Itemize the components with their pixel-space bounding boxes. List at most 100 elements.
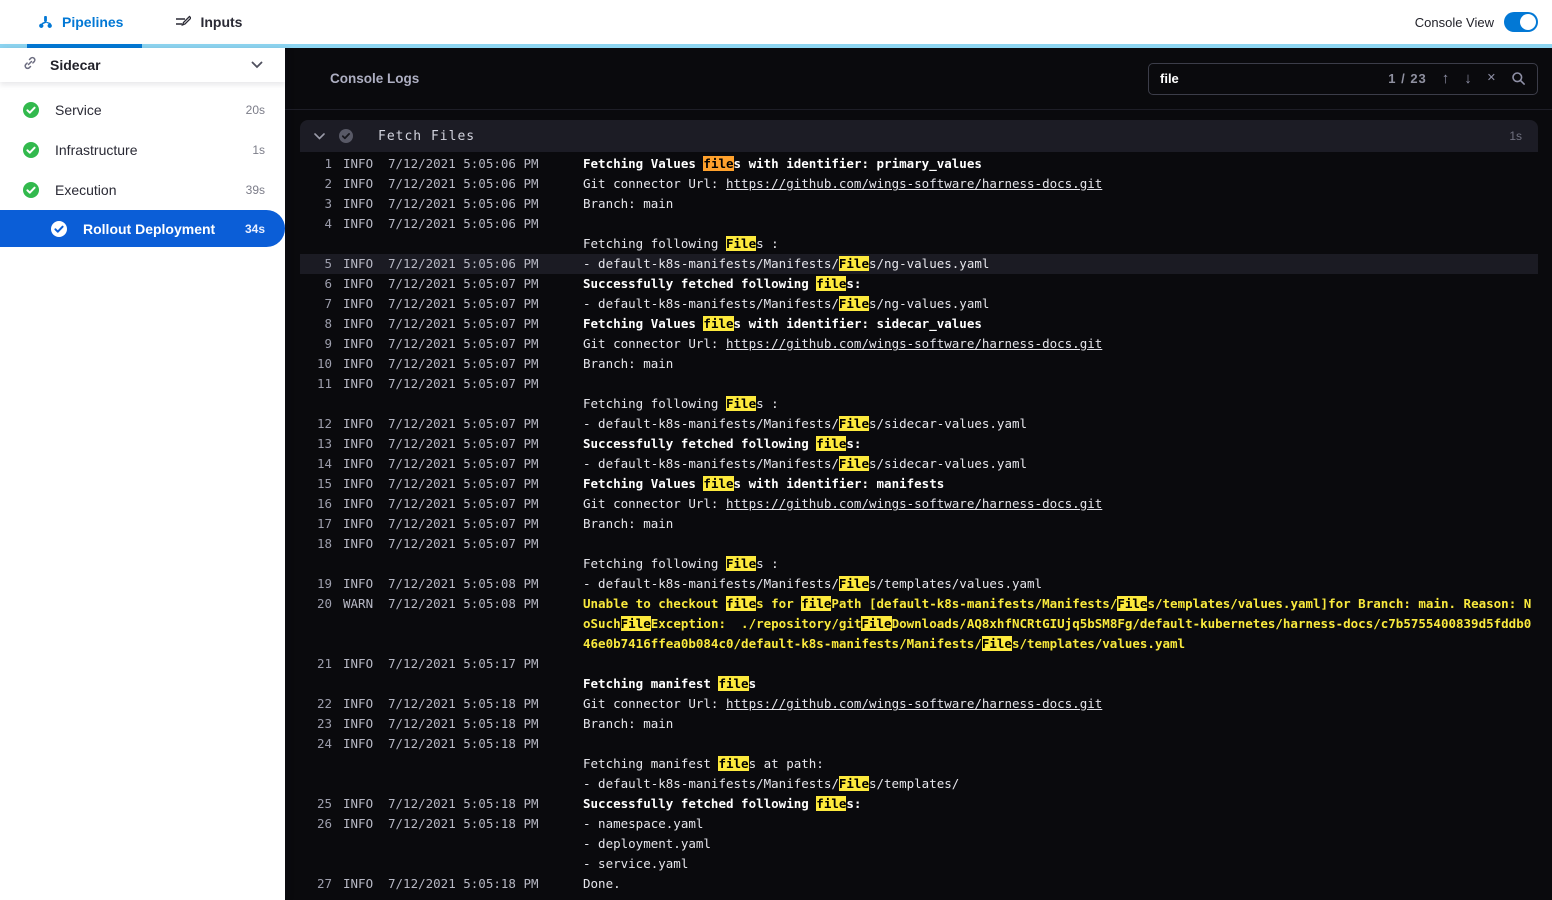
console-title: Console Logs: [330, 71, 420, 86]
log-line-number: 4: [324, 216, 332, 231]
log-message: Fetching following Files :: [583, 556, 779, 571]
log-level: INFO: [343, 536, 374, 551]
success-check-icon: [22, 141, 40, 159]
sidebar-step-infrastructure[interactable]: Infrastructure 1s: [0, 130, 285, 170]
log-line-number: 15: [316, 476, 332, 491]
success-check-icon: [22, 101, 40, 119]
step-success-icon: [338, 128, 354, 144]
log-message: - default-k8s-manifests/Manifests/Files/…: [583, 576, 1043, 591]
log-line-11: 11 INFO 7/12/2021 5:05:07 PM Fetching follo…: [300, 374, 1538, 414]
search-match: file: [816, 796, 847, 811]
search-match: File: [838, 576, 869, 591]
log-message: Fetching Values files with identifier: m…: [583, 476, 945, 491]
search-match: file: [801, 596, 832, 611]
sidebar-step-rollout-deployment[interactable]: Rollout Deployment 34s: [0, 210, 285, 247]
log-level: INFO: [343, 376, 374, 391]
log-line-number: 6: [324, 276, 332, 291]
search-input[interactable]: [1160, 71, 1374, 86]
next-match-icon[interactable]: ↓: [1464, 71, 1472, 86]
log-line-number: 14: [316, 456, 332, 471]
log-link[interactable]: https://github.com/wings-software/harnes…: [726, 696, 1102, 711]
log-line-number: 17: [316, 516, 332, 531]
search-match: file: [703, 316, 734, 331]
log-timestamp: 7/12/2021 5:05:07 PM: [388, 496, 539, 511]
log-line-16: 16 INFO 7/12/2021 5:05:07 PM Git connector …: [300, 494, 1538, 514]
pipelines-icon: [38, 15, 53, 30]
log-link[interactable]: https://github.com/wings-software/harnes…: [726, 496, 1102, 511]
search-match: file: [718, 756, 749, 771]
log-line-21: 21 INFO 7/12/2021 5:05:17 PM Fetching manif…: [300, 654, 1538, 694]
toggle-knob: [1520, 14, 1536, 30]
log-message: - default-k8s-manifests/Manifests/Files/…: [583, 296, 990, 311]
log-line-number: 11: [316, 376, 332, 391]
log-line-number: 9: [324, 336, 332, 351]
inputs-icon: [175, 14, 192, 30]
console-view-toggle[interactable]: [1504, 12, 1538, 32]
log-section-duration: 1s: [1509, 129, 1522, 143]
tab-inputs[interactable]: Inputs: [175, 14, 242, 30]
close-search-icon[interactable]: ✕: [1487, 73, 1496, 84]
collapse-chevron-icon[interactable]: [314, 132, 325, 140]
log-line-25: 25 INFO 7/12/2021 5:05:18 PM Successfully f…: [300, 794, 1538, 814]
log-message: Branch: main: [583, 196, 674, 211]
log-timestamp: 7/12/2021 5:05:07 PM: [388, 296, 539, 311]
log-line-number: 18: [316, 536, 332, 551]
log-search-box[interactable]: 1 / 23 ↑ ↓ ✕: [1148, 62, 1538, 95]
log-message: Unable to checkout files for filePath [d…: [583, 596, 1532, 651]
tab-pipelines[interactable]: Pipelines: [38, 14, 123, 30]
log-message: Fetching manifest files at path: - defaul…: [583, 756, 960, 791]
search-match: file: [703, 156, 734, 171]
log-section-header[interactable]: Fetch Files 1s: [300, 120, 1538, 152]
success-check-icon: [50, 220, 68, 238]
log-level: INFO: [343, 196, 374, 211]
log-line-number: 19: [316, 576, 332, 591]
log-message: Successfully fetched following files:: [583, 436, 862, 451]
search-match: File: [1117, 596, 1148, 611]
search-match: file: [816, 436, 847, 451]
log-timestamp: 7/12/2021 5:05:06 PM: [388, 156, 539, 171]
log-line-22: 22 INFO 7/12/2021 5:05:18 PM Git connector …: [300, 694, 1538, 714]
search-match: File: [838, 456, 869, 471]
log-timestamp: 7/12/2021 5:05:07 PM: [388, 276, 539, 291]
sidebar-step-service[interactable]: Service 20s: [0, 90, 285, 130]
chevron-down-icon[interactable]: [251, 61, 263, 69]
log-line-13: 13 INFO 7/12/2021 5:05:07 PM Successfully f…: [300, 434, 1538, 454]
log-line-number: 10: [316, 356, 332, 371]
log-link[interactable]: https://github.com/wings-software/harnes…: [726, 176, 1102, 191]
log-line-number: 25: [316, 796, 332, 811]
link-icon: [22, 55, 38, 76]
log-line-6: 6 INFO 7/12/2021 5:05:07 PM Successfully fe…: [300, 274, 1538, 294]
search-match: file: [816, 276, 847, 291]
success-check-icon: [22, 181, 40, 199]
log-line-2: 2 INFO 7/12/2021 5:05:06 PM Git connector U…: [300, 174, 1538, 194]
log-level: INFO: [343, 176, 374, 191]
previous-match-icon[interactable]: ↑: [1442, 71, 1450, 86]
log-timestamp: 7/12/2021 5:05:08 PM: [388, 576, 539, 591]
search-match: file: [718, 676, 749, 691]
log-timestamp: 7/12/2021 5:05:17 PM: [388, 656, 539, 671]
stage-header[interactable]: Sidecar: [0, 48, 285, 82]
log-message: Git connector Url: https://github.com/wi…: [583, 496, 1103, 511]
log-timestamp: 7/12/2021 5:05:07 PM: [388, 416, 539, 431]
log-message: - default-k8s-manifests/Manifests/Files/…: [583, 456, 1028, 471]
log-timestamp: 7/12/2021 5:05:07 PM: [388, 336, 539, 351]
log-line-number: 1: [324, 156, 332, 171]
log-link[interactable]: https://github.com/wings-software/harnes…: [726, 336, 1102, 351]
log-level: INFO: [343, 576, 374, 591]
step-label: Infrastructure: [55, 142, 138, 158]
search-match: File: [838, 256, 869, 271]
log-line-number: 20: [316, 596, 332, 611]
log-message: Git connector Url: https://github.com/wi…: [583, 176, 1103, 191]
log-line-number: 3: [324, 196, 332, 211]
log-line-7: 7 INFO 7/12/2021 5:05:07 PM - default-k8s-m…: [300, 294, 1538, 314]
sidebar-step-execution[interactable]: Execution 39s: [0, 170, 285, 210]
search-match: File: [726, 396, 757, 411]
log-message: Fetching manifest files: [583, 676, 757, 691]
log-timestamp: 7/12/2021 5:05:07 PM: [388, 316, 539, 331]
search-icon[interactable]: [1511, 71, 1526, 86]
log-level: INFO: [343, 716, 374, 731]
log-line-1: 1 INFO 7/12/2021 5:05:06 PM Fetching Values…: [300, 154, 1538, 174]
search-match: File: [838, 296, 869, 311]
search-match: File: [726, 556, 757, 571]
search-match: File: [838, 416, 869, 431]
